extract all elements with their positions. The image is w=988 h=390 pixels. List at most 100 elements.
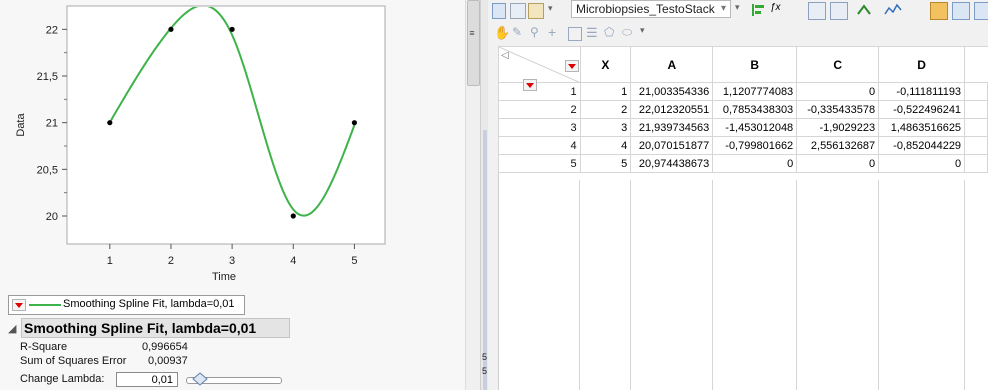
legend-label: Smoothing Spline Fit, lambda=0,01: [63, 298, 235, 310]
y-tick-label: 21: [46, 118, 58, 130]
cell-d[interactable]: 1,4863516625: [878, 118, 966, 137]
table-row[interactable]: 4 4 20,070151877 -0,799801662 2,556132687 -0,…: [498, 136, 988, 155]
combo-overflow-icon[interactable]: ▾: [735, 2, 747, 18]
sse-value: 0,00937: [148, 355, 188, 367]
table-name: Microbiopsies_TestoStack: [576, 2, 715, 16]
sidebar-digit-1: 5: [482, 352, 488, 362]
y-tick-label: 20,5: [37, 164, 58, 176]
data-grid-icon[interactable]: [808, 2, 826, 20]
cell-d[interactable]: -0,111811193: [878, 82, 966, 101]
x-tick-label: 4: [290, 255, 296, 267]
cell-x[interactable]: 3: [579, 118, 632, 137]
cell-a[interactable]: 20,974438673: [630, 154, 714, 173]
crosshair-icon[interactable]: +: [548, 24, 556, 40]
copy-icon[interactable]: [510, 3, 526, 19]
folder-icon[interactable]: [930, 2, 948, 20]
cell-a[interactable]: 21,003354336: [630, 82, 714, 101]
tools-overflow-icon[interactable]: ▾: [640, 25, 645, 36]
x-axis-label: Time: [212, 271, 236, 283]
collapse-disclosure-icon[interactable]: ◢: [8, 322, 16, 335]
cell-b[interactable]: 0,7853438303: [712, 100, 798, 119]
cell-b[interactable]: -0,799801662: [712, 136, 798, 155]
distribution-icon[interactable]: [830, 2, 848, 20]
sse-label: Sum of Squares Error: [20, 355, 127, 367]
y-tick-label: 22: [46, 24, 58, 36]
ellipse-icon[interactable]: ⬭: [622, 25, 632, 40]
table-row[interactable]: 2 2 22,012320551 0,7853438303 -0,335433578 -0…: [498, 100, 988, 119]
cell-c[interactable]: -1,9029223: [796, 118, 880, 137]
column-header-c[interactable]: C: [796, 46, 880, 83]
cell-x[interactable]: 2: [579, 100, 632, 119]
shape-icon[interactable]: ⬠: [604, 25, 614, 39]
y-axis-label: Data: [15, 113, 27, 137]
annotate-icon[interactable]: [568, 27, 582, 41]
lambda-input[interactable]: 0,01: [116, 372, 178, 387]
cell-b[interactable]: 0: [712, 154, 798, 173]
report-scrollbar-thumb[interactable]: [467, 0, 480, 86]
align-left-icon[interactable]: [750, 2, 766, 18]
legend-menu-red-triangle-icon[interactable]: [12, 299, 26, 311]
paste-icon[interactable]: [528, 3, 544, 19]
data-point[interactable]: [229, 26, 235, 32]
cell-d[interactable]: -0,522496241: [878, 100, 966, 119]
cell-x[interactable]: 4: [579, 136, 632, 155]
rsquare-value: 0,996654: [142, 341, 188, 353]
script-icon[interactable]: [856, 2, 872, 18]
x-tick-label: 3: [229, 255, 235, 267]
data-point[interactable]: [107, 120, 113, 126]
toolbar-tools: ✋ ✎ ⚲ + ☰ ⬠ ⬭ ▾: [488, 22, 988, 47]
cell-c[interactable]: 2,556132687: [796, 136, 880, 155]
lasso-tool-icon[interactable]: ✎: [512, 25, 522, 39]
plot-frame: [66, 5, 386, 245]
rows-red-triangle-icon[interactable]: [523, 79, 538, 91]
cell-a[interactable]: 20,070151877: [630, 136, 714, 155]
table-row[interactable]: 3 3 21,939734563 -1,453012048 -1,9029223 1,48…: [498, 118, 988, 137]
cell-c[interactable]: -0,335433578: [796, 100, 880, 119]
table-row[interactable]: 1 1 21,003354336 1,1207774083 0 -0,111811193: [498, 82, 988, 101]
cell-a[interactable]: 21,939734563: [630, 118, 714, 137]
cell-a[interactable]: 22,012320551: [630, 100, 714, 119]
data-point[interactable]: [168, 26, 174, 32]
data-grid: ◁ X A B C D 1 1 21,003354336 1,1207774083 0-…: [498, 46, 988, 173]
legend-line-swatch: [29, 304, 61, 306]
y-tick-label: 20: [46, 211, 58, 223]
row-number[interactable]: 5: [498, 154, 581, 173]
empty-column: [964, 46, 988, 83]
data-point[interactable]: [290, 213, 296, 219]
fit-report-header[interactable]: Smoothing Spline Fit, lambda=0,01: [21, 318, 290, 338]
formula-icon[interactable]: ƒx: [770, 2, 786, 18]
lambda-slider-thumb[interactable]: [192, 372, 208, 386]
cell-b[interactable]: -1,453012048: [712, 118, 798, 137]
rsquare-label: R-Square: [20, 341, 68, 353]
cell-x[interactable]: 5: [579, 154, 632, 173]
change-lambda-label: Change Lambda:: [20, 373, 105, 385]
combo-chevron-down-icon: ▾: [720, 3, 726, 14]
column-header-x[interactable]: X: [579, 46, 632, 83]
table-layout-icon[interactable]: [952, 2, 970, 20]
cell-b[interactable]: 1,1207774083: [712, 82, 798, 101]
column-header-a[interactable]: A: [630, 46, 714, 83]
row-number[interactable]: 1: [498, 82, 581, 101]
cell-c[interactable]: 0: [796, 154, 880, 173]
row-number[interactable]: 4: [498, 136, 581, 155]
cell-c[interactable]: 0: [796, 82, 880, 101]
column-header-d[interactable]: D: [878, 46, 966, 83]
column-header-b[interactable]: B: [712, 46, 798, 83]
cell-x[interactable]: 1: [579, 82, 632, 101]
row-number[interactable]: 2: [498, 100, 581, 119]
grid-corner[interactable]: ◁: [498, 46, 581, 91]
cell-d[interactable]: -0,852044229: [878, 136, 966, 155]
graph-builder-icon[interactable]: [884, 2, 902, 18]
table-row[interactable]: 5 5 20,974438673 0 0 0: [498, 154, 988, 173]
table-name-combo[interactable]: Microbiopsies_TestoStack ▾: [571, 0, 731, 18]
bivariate-plot: 20 20,5 21 21,5 22 1 2 3 4 5 Time Data: [15, 5, 386, 283]
table-icon[interactable]: [492, 3, 506, 19]
row-number[interactable]: 3: [498, 118, 581, 137]
list-icon[interactable]: ☰: [586, 25, 598, 41]
data-point[interactable]: [351, 120, 358, 126]
magnifier-icon[interactable]: ⚲: [530, 25, 539, 39]
toolbar-overflow-icon[interactable]: ▾: [548, 3, 560, 19]
cell-d[interactable]: 0: [878, 154, 966, 173]
subset-icon[interactable]: [974, 2, 988, 20]
hand-tool-icon[interactable]: ✋: [494, 25, 510, 41]
